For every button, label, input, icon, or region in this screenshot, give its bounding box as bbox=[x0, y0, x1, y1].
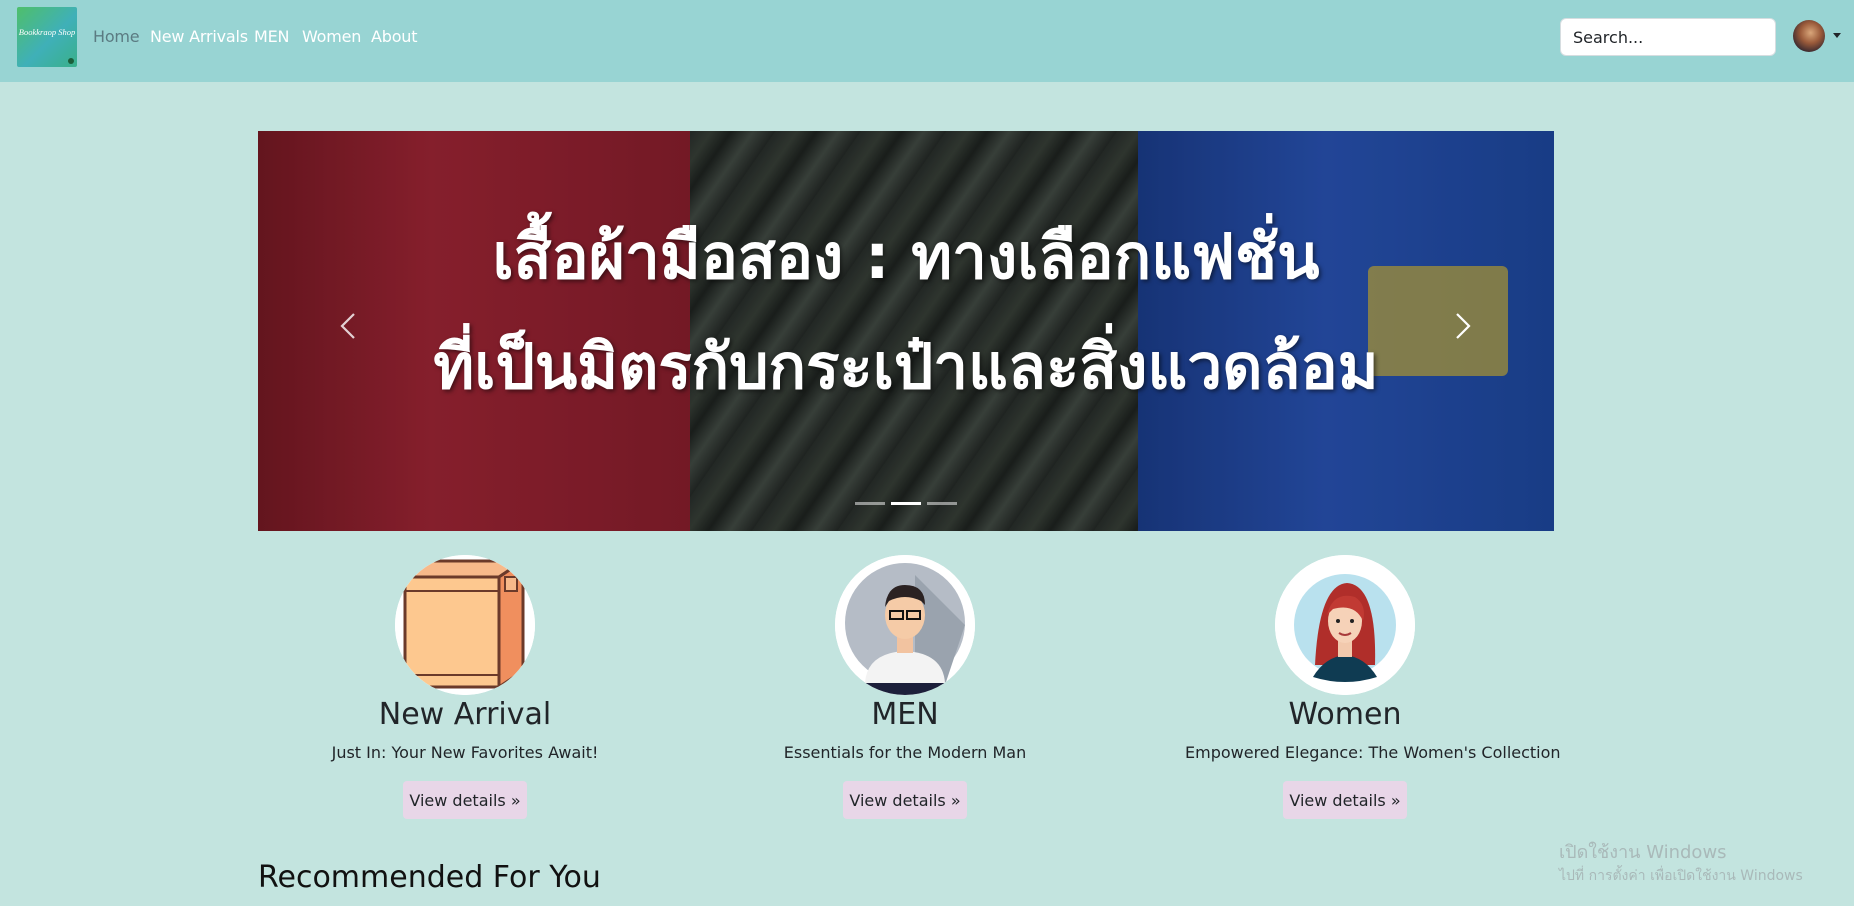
carousel-indicator-1[interactable] bbox=[855, 502, 885, 505]
nav-link-home[interactable]: Home bbox=[93, 25, 140, 49]
nav-link-women[interactable]: Women bbox=[302, 25, 361, 49]
brand-logo-text: Bookkraop Shop bbox=[18, 27, 76, 37]
navbar: Bookkraop Shop Home New Arrivals MEN Wom… bbox=[0, 0, 1854, 82]
chevron-right-icon bbox=[1456, 313, 1471, 339]
carousel-next-button[interactable] bbox=[1443, 306, 1483, 346]
category-subtitle: Essentials for the Modern Man bbox=[783, 743, 1027, 762]
brand-logo-dot bbox=[68, 58, 74, 64]
nav-link-about[interactable]: About bbox=[371, 25, 418, 49]
view-details-button[interactable]: View details » bbox=[1283, 781, 1407, 819]
box-icon bbox=[395, 555, 535, 695]
category-subtitle: Just In: Your New Favorites Await! bbox=[331, 743, 599, 762]
chevron-left-icon bbox=[340, 313, 355, 339]
category-title: MEN bbox=[871, 697, 939, 732]
view-details-button[interactable]: View details » bbox=[403, 781, 527, 819]
woman-avatar-icon bbox=[1275, 555, 1415, 695]
view-details-button[interactable]: View details » bbox=[843, 781, 967, 819]
carousel-headline-line1: เสื้อผ้ามือสอง : ทางเลือกแฟชั่น bbox=[492, 220, 1320, 293]
recommended-heading: Recommended For You bbox=[258, 860, 601, 895]
nav-link-men[interactable]: MEN bbox=[254, 25, 289, 49]
search-input[interactable] bbox=[1560, 18, 1776, 56]
category-title: Women bbox=[1288, 697, 1402, 732]
carousel-indicators bbox=[855, 502, 957, 505]
user-avatar-icon[interactable] bbox=[1793, 20, 1825, 52]
man-avatar-icon bbox=[835, 555, 975, 695]
nav-link-new-arrivals[interactable]: New Arrivals bbox=[150, 25, 248, 49]
category-title: New Arrival bbox=[378, 697, 552, 732]
carousel-headline-line2: ที่เป็นมิตรกับกระเป๋าและสิ่งแวดล้อม bbox=[433, 330, 1379, 403]
chevron-down-icon[interactable] bbox=[1833, 33, 1841, 38]
brand-logo[interactable]: Bookkraop Shop bbox=[17, 7, 77, 67]
windows-activation-watermark: เปิดใช้งาน Windows ไปที่ การตั้งค่า เพื่… bbox=[1559, 842, 1803, 885]
category-subtitle: Empowered Elegance: The Women's Collecti… bbox=[1185, 743, 1561, 762]
watermark-line2: ไปที่ การตั้งค่า เพื่อเปิดใช้งาน Windows bbox=[1559, 868, 1803, 884]
carousel-prev-button[interactable] bbox=[328, 306, 368, 346]
hero-carousel: เสื้อผ้ามือสอง : ทางเลือกแฟชั่น ที่เป็นม… bbox=[258, 131, 1554, 531]
carousel-indicator-3[interactable] bbox=[927, 502, 957, 505]
carousel-indicator-2[interactable] bbox=[891, 502, 921, 505]
watermark-line1: เปิดใช้งาน Windows bbox=[1559, 842, 1727, 863]
